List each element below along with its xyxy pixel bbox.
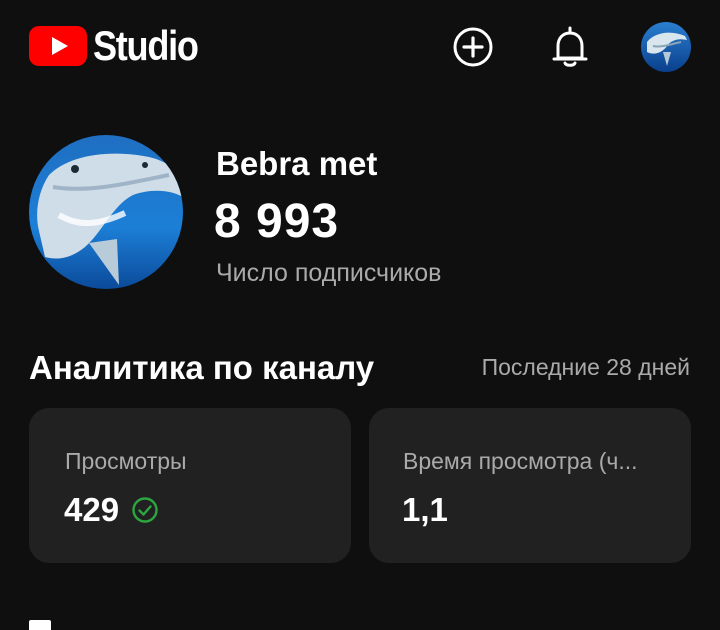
watch-time-value: 1,1 xyxy=(402,491,448,528)
check-circle-icon xyxy=(131,496,159,524)
channel-avatar[interactable] xyxy=(29,135,183,289)
subscriber-label: Число подписчиков xyxy=(216,259,442,287)
top-app-bar: Studio xyxy=(0,0,720,96)
account-avatar[interactable] xyxy=(641,22,691,72)
watch-time-card[interactable]: Время просмотра (ч... 1,1 xyxy=(369,408,691,563)
studio-wordmark: Studio xyxy=(93,22,199,69)
watch-time-value-row: 1,1 xyxy=(402,490,448,530)
subscriber-count: 8 993 xyxy=(214,195,340,248)
channel-name: Bebra met xyxy=(216,145,378,182)
notifications-bell-icon xyxy=(552,26,588,67)
views-card[interactable]: Просмотры 429 xyxy=(29,408,351,563)
views-value: 429 xyxy=(64,491,120,528)
notifications-button[interactable] xyxy=(547,24,593,70)
analytics-period: Последние 28 дней xyxy=(481,354,690,380)
next-section-edge xyxy=(29,620,51,630)
views-label: Просмотры xyxy=(65,448,187,474)
views-value-row: 429 xyxy=(64,490,159,530)
youtube-logo-icon xyxy=(29,26,87,66)
add-circle-icon xyxy=(453,27,493,67)
create-button[interactable] xyxy=(450,24,496,70)
watch-time-label: Время просмотра (ч... xyxy=(403,448,638,474)
shark-avatar-icon xyxy=(641,22,691,72)
youtube-studio-logo[interactable]: Studio xyxy=(29,22,215,69)
hammerhead-shark-avatar-icon xyxy=(29,135,183,289)
channel-analytics-title: Аналитика по каналу xyxy=(29,349,375,386)
